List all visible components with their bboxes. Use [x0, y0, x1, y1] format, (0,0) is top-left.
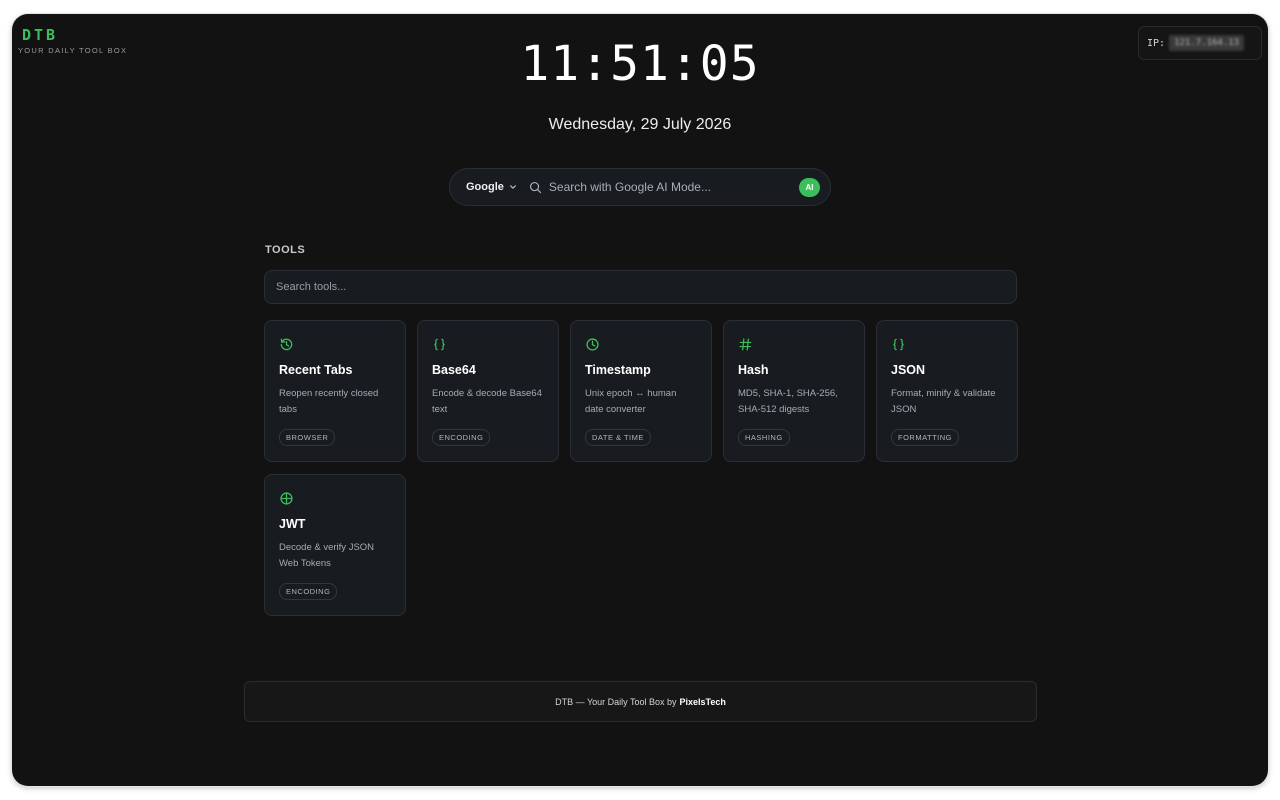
braces-icon [432, 337, 447, 352]
tool-title: Hash [738, 363, 769, 377]
web-search-input[interactable] [548, 180, 799, 194]
ai-mode-button[interactable]: AI [799, 177, 820, 197]
tool-card-jwt[interactable]: JWT Decode & verify JSON Web Tokens ENCO… [264, 474, 406, 616]
footer-text: DTB — Your Daily Tool Box by [555, 696, 677, 707]
clock-time: 11:51:05 [520, 36, 760, 92]
tool-card-recent-tabs[interactable]: Recent Tabs Reopen recently closed tabs … [264, 320, 406, 462]
tool-description: Unix epoch ↔ human date converter [585, 388, 677, 415]
chevron-down-icon [509, 185, 516, 189]
tool-title: JWT [279, 517, 306, 531]
tool-tag: BROWSER [279, 429, 336, 446]
tool-title: JSON [891, 363, 926, 377]
clock-icon [585, 337, 600, 352]
history-icon [279, 337, 294, 352]
web-search-bar: Google AI [449, 168, 831, 206]
tool-tag: HASHING [738, 429, 790, 446]
tool-card-base64[interactable]: Base64 Encode & decode Base64 text ENCOD… [417, 320, 559, 462]
hash-icon [738, 337, 753, 352]
tool-tag: DATE & TIME [585, 429, 651, 446]
tool-title: Recent Tabs [279, 363, 353, 377]
tool-description: Decode & verify JSON Web Tokens [279, 542, 375, 569]
tools-grid: Recent Tabs Reopen recently closed tabs … [264, 320, 1018, 616]
tool-description: Format, minify & validate JSON [891, 388, 996, 415]
tool-card-timestamp[interactable]: Timestamp Unix epoch ↔ human date conver… [570, 320, 712, 462]
footer-brand-link[interactable]: PixelsTech [680, 697, 726, 707]
tool-card-hash[interactable]: Hash MD5, SHA-1, SHA-256, SHA-512 digest… [723, 320, 865, 462]
braces-icon [891, 337, 906, 352]
search-engine-selector[interactable]: Google [466, 181, 517, 193]
tool-title: Base64 [432, 363, 476, 377]
footer: DTB — Your Daily Tool Box by PixelsTech [244, 681, 1037, 722]
tool-card-json[interactable]: JSON Format, minify & validate JSON FORM… [876, 320, 1018, 462]
tool-description: Encode & decode Base64 text [432, 388, 542, 415]
tool-tag: ENCODING [279, 583, 338, 600]
tool-description: MD5, SHA-1, SHA-256, SHA-512 digests [738, 388, 838, 415]
tools-search-input[interactable] [264, 270, 1017, 304]
search-engine-label: Google [466, 181, 504, 193]
clock-date: Wednesday, 29 July 2026 [548, 116, 732, 133]
app-window: DTB YOUR DAILY TOOL BOX IP: 121.7.164.13… [12, 14, 1268, 786]
tool-tag: ENCODING [432, 429, 491, 446]
globe-icon [279, 491, 294, 506]
tool-description: Reopen recently closed tabs [279, 388, 379, 415]
search-icon [529, 181, 542, 194]
tools-section-label: TOOLS [265, 244, 306, 256]
tool-tag: FORMATTING [891, 429, 960, 446]
tool-title: Timestamp [585, 363, 651, 377]
